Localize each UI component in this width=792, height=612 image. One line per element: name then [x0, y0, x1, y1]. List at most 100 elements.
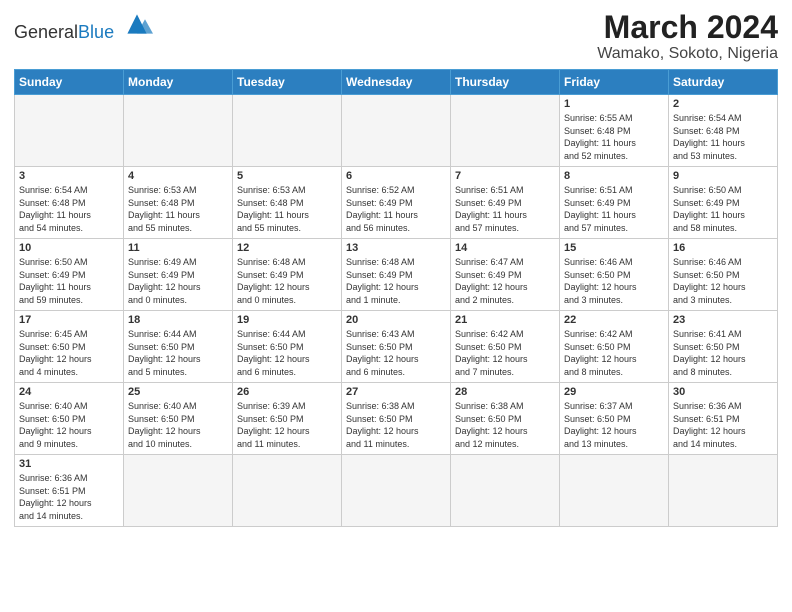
table-row: 29Sunrise: 6:37 AM Sunset: 6:50 PM Dayli…	[560, 383, 669, 455]
day-number: 27	[346, 386, 446, 398]
day-number: 25	[128, 386, 228, 398]
table-row: 25 Sunrise: 6:40 AM Sunset: 6:50 PM Dayli…	[124, 383, 233, 455]
table-row: 13Sunrise: 6:48 AM Sunset: 6:49 PM Dayli…	[342, 239, 451, 311]
logo-icon	[121, 10, 153, 38]
day-number: 16	[673, 242, 773, 254]
table-row	[124, 455, 233, 526]
day-number: 8	[564, 170, 664, 182]
day-info: Sunrise: 6:54 AM Sunset: 6:48 PM Dayligh…	[673, 112, 773, 162]
table-row: 16 Sunrise: 6:46 AM Sunset: 6:50 PM Dayli…	[669, 239, 778, 311]
day-number: 7	[455, 170, 555, 182]
day-number: 5	[237, 170, 337, 182]
table-row: 23 Sunrise: 6:41 AM Sunset: 6:50 PM Dayli…	[669, 311, 778, 383]
table-row	[451, 95, 560, 167]
day-info: Sunrise: 6:51 AM Sunset: 6:49 PM Dayligh…	[564, 184, 664, 234]
table-row: 4 Sunrise: 6:53 AM Sunset: 6:48 PM Daylig…	[124, 167, 233, 239]
day-number: 13	[346, 242, 446, 254]
table-row: 12 Sunrise: 6:48 AM Sunset: 6:49 PM Dayli…	[233, 239, 342, 311]
day-number: 21	[455, 314, 555, 326]
day-info: Sunrise: 6:44 AM Sunset: 6:50 PM Dayligh…	[237, 328, 337, 378]
day-info: Sunrise: 6:50 AM Sunset: 6:49 PM Dayligh…	[19, 256, 119, 306]
table-row: 7 Sunrise: 6:51 AM Sunset: 6:49 PM Daylig…	[451, 167, 560, 239]
table-row: 15 Sunrise: 6:46 AM Sunset: 6:50 PM Dayli…	[560, 239, 669, 311]
day-number: 15	[564, 242, 664, 254]
table-row: 14Sunrise: 6:47 AM Sunset: 6:49 PM Dayli…	[451, 239, 560, 311]
day-info: Sunrise: 6:46 AM Sunset: 6:50 PM Dayligh…	[564, 256, 664, 306]
day-info: Sunrise: 6:40 AM Sunset: 6:50 PM Dayligh…	[128, 400, 228, 450]
logo-text: GeneralBlue	[14, 10, 153, 43]
table-row: 9 Sunrise: 6:50 AM Sunset: 6:49 PM Daylig…	[669, 167, 778, 239]
table-row: 19 Sunrise: 6:44 AM Sunset: 6:50 PM Dayli…	[233, 311, 342, 383]
table-row	[451, 455, 560, 526]
day-number: 24	[19, 386, 119, 398]
day-info: Sunrise: 6:40 AM Sunset: 6:50 PM Dayligh…	[19, 400, 119, 450]
logo: GeneralBlue	[14, 10, 153, 43]
day-info: Sunrise: 6:46 AM Sunset: 6:50 PM Dayligh…	[673, 256, 773, 306]
day-number: 10	[19, 242, 119, 254]
table-row: 18Sunrise: 6:44 AM Sunset: 6:50 PM Dayli…	[124, 311, 233, 383]
day-info: Sunrise: 6:54 AM Sunset: 6:48 PM Dayligh…	[19, 184, 119, 234]
table-row: 6 Sunrise: 6:52 AM Sunset: 6:49 PM Daylig…	[342, 167, 451, 239]
table-row	[342, 95, 451, 167]
day-info: Sunrise: 6:49 AM Sunset: 6:49 PM Dayligh…	[128, 256, 228, 306]
day-info: Sunrise: 6:52 AM Sunset: 6:49 PM Dayligh…	[346, 184, 446, 234]
table-row: 30Sunrise: 6:36 AM Sunset: 6:51 PM Dayli…	[669, 383, 778, 455]
day-info: Sunrise: 6:36 AM Sunset: 6:51 PM Dayligh…	[673, 400, 773, 450]
table-row	[233, 95, 342, 167]
table-row	[669, 455, 778, 526]
day-info: Sunrise: 6:55 AM Sunset: 6:48 PM Dayligh…	[564, 112, 664, 162]
day-number: 9	[673, 170, 773, 182]
calendar-table: Sunday Monday Tuesday Wednesday Thursday…	[14, 69, 778, 526]
table-row	[233, 455, 342, 526]
day-info: Sunrise: 6:38 AM Sunset: 6:50 PM Dayligh…	[346, 400, 446, 450]
day-number: 12	[237, 242, 337, 254]
table-row: 24 Sunrise: 6:40 AM Sunset: 6:50 PM Dayli…	[15, 383, 124, 455]
day-info: Sunrise: 6:50 AM Sunset: 6:49 PM Dayligh…	[673, 184, 773, 234]
day-info: Sunrise: 6:36 AM Sunset: 6:51 PM Dayligh…	[19, 472, 119, 522]
day-info: Sunrise: 6:48 AM Sunset: 6:49 PM Dayligh…	[237, 256, 337, 306]
title-block: March 2024 Wamako, Sokoto, Nigeria	[597, 10, 778, 63]
day-number: 11	[128, 242, 228, 254]
page: GeneralBlue March 2024 Wamako, Sokoto, N…	[0, 0, 792, 612]
table-row: 11 Sunrise: 6:49 AM Sunset: 6:49 PM Dayli…	[124, 239, 233, 311]
day-number: 18	[128, 314, 228, 326]
day-number: 14	[455, 242, 555, 254]
day-info: Sunrise: 6:37 AM Sunset: 6:50 PM Dayligh…	[564, 400, 664, 450]
table-row	[15, 95, 124, 167]
day-number: 3	[19, 170, 119, 182]
table-row: 20 Sunrise: 6:43 AM Sunset: 6:50 PM Dayli…	[342, 311, 451, 383]
day-number: 28	[455, 386, 555, 398]
header-monday: Monday	[124, 70, 233, 95]
header-sunday: Sunday	[15, 70, 124, 95]
table-row: 10 Sunrise: 6:50 AM Sunset: 6:49 PM Dayli…	[15, 239, 124, 311]
header-thursday: Thursday	[451, 70, 560, 95]
header-saturday: Saturday	[669, 70, 778, 95]
day-info: Sunrise: 6:43 AM Sunset: 6:50 PM Dayligh…	[346, 328, 446, 378]
day-number: 26	[237, 386, 337, 398]
day-number: 20	[346, 314, 446, 326]
day-number: 6	[346, 170, 446, 182]
day-info: Sunrise: 6:51 AM Sunset: 6:49 PM Dayligh…	[455, 184, 555, 234]
day-info: Sunrise: 6:45 AM Sunset: 6:50 PM Dayligh…	[19, 328, 119, 378]
calendar-title: March 2024	[597, 10, 778, 45]
day-number: 23	[673, 314, 773, 326]
header-friday: Friday	[560, 70, 669, 95]
day-info: Sunrise: 6:53 AM Sunset: 6:48 PM Dayligh…	[128, 184, 228, 234]
header-tuesday: Tuesday	[233, 70, 342, 95]
table-row	[124, 95, 233, 167]
table-row: 17Sunrise: 6:45 AM Sunset: 6:50 PM Dayli…	[15, 311, 124, 383]
day-number: 4	[128, 170, 228, 182]
table-row: 8 Sunrise: 6:51 AM Sunset: 6:49 PM Daylig…	[560, 167, 669, 239]
day-number: 19	[237, 314, 337, 326]
day-info: Sunrise: 6:41 AM Sunset: 6:50 PM Dayligh…	[673, 328, 773, 378]
day-number: 22	[564, 314, 664, 326]
table-row: 21Sunrise: 6:42 AM Sunset: 6:50 PM Dayli…	[451, 311, 560, 383]
logo-general: General	[14, 22, 78, 42]
table-row: 1Sunrise: 6:55 AM Sunset: 6:48 PM Daylig…	[560, 95, 669, 167]
table-row: 27 Sunrise: 6:38 AM Sunset: 6:50 PM Dayli…	[342, 383, 451, 455]
header: GeneralBlue March 2024 Wamako, Sokoto, N…	[14, 10, 778, 63]
header-wednesday: Wednesday	[342, 70, 451, 95]
table-row: 2Sunrise: 6:54 AM Sunset: 6:48 PM Daylig…	[669, 95, 778, 167]
calendar-header-row: Sunday Monday Tuesday Wednesday Thursday…	[15, 70, 778, 95]
table-row: 31Sunrise: 6:36 AM Sunset: 6:51 PM Dayli…	[15, 455, 124, 526]
